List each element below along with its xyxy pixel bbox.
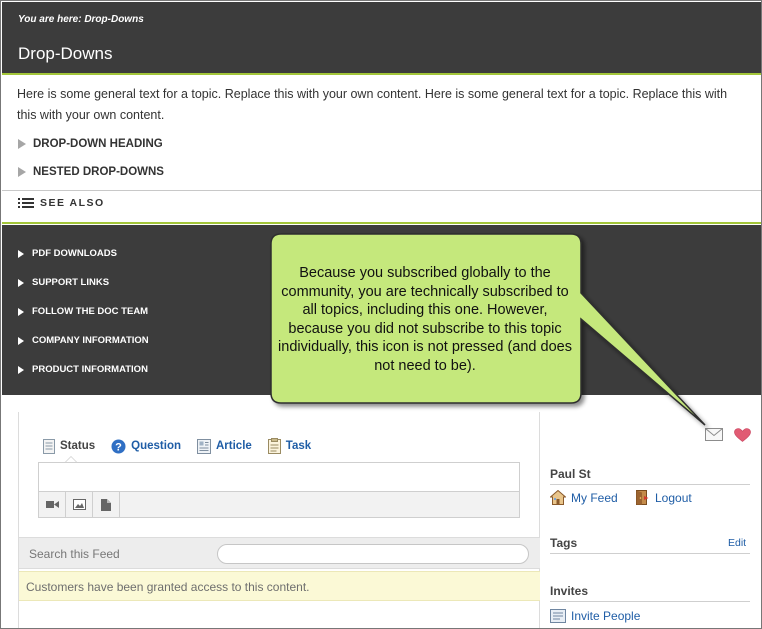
arrow-right-icon — [18, 307, 24, 316]
arrow-right-icon — [18, 278, 24, 287]
home-icon — [550, 490, 566, 505]
arrow-right-icon — [18, 249, 24, 258]
access-notice: Customers have been granted access to th… — [19, 571, 540, 601]
tab-status[interactable]: Status — [43, 438, 96, 454]
link-support-links[interactable]: SUPPORT LINKS — [18, 277, 109, 288]
status-icon — [43, 438, 55, 454]
arrow-right-icon — [18, 365, 24, 374]
link-product-information[interactable]: PRODUCT INFORMATION — [18, 364, 148, 375]
video-camera-icon — [45, 501, 59, 508]
question-icon: ? — [111, 439, 126, 453]
section-divider — [2, 190, 761, 191]
invites-divider — [550, 601, 750, 602]
browser-frame: You are here: Drop-Downs Drop-Downs Here… — [0, 0, 762, 629]
search-feed-input[interactable] — [217, 544, 529, 564]
expand-arrow-icon — [18, 139, 26, 149]
expand-arrow-icon — [18, 167, 26, 177]
logout-label: Logout — [655, 490, 692, 505]
attachment-toolbar — [38, 491, 520, 518]
link-label: FOLLOW THE DOC TEAM — [32, 306, 149, 317]
attach-image-button[interactable] — [66, 492, 93, 517]
nested-dropdowns[interactable]: NESTED DROP-DOWNS — [18, 166, 164, 178]
breadcrumb: You are here: Drop-Downs — [18, 14, 144, 25]
image-icon — [72, 499, 86, 510]
see-also-toggle[interactable]: SEE ALSO — [18, 197, 105, 209]
dropdown-heading-label: DROP-DOWN HEADING — [33, 138, 163, 150]
user-section-divider — [550, 484, 750, 485]
arrow-right-icon — [18, 336, 24, 345]
logout-door-icon — [636, 490, 649, 505]
link-pdf-downloads[interactable]: PDF DOWNLOADS — [18, 248, 117, 259]
topic-intro-text: Here is some general text for a topic. R… — [17, 84, 761, 126]
favorite-heart-icon[interactable] — [734, 428, 751, 442]
panel-accent-line — [2, 222, 761, 224]
list-icon — [18, 197, 34, 209]
tab-question[interactable]: ? Question — [111, 439, 181, 454]
link-company-information[interactable]: COMPANY INFORMATION — [18, 335, 149, 346]
invite-people-icon — [550, 609, 566, 623]
dropdown-heading[interactable]: DROP-DOWN HEADING — [18, 138, 163, 150]
invite-people-label: Invite People — [571, 609, 641, 623]
subscribe-envelope-icon[interactable] — [705, 428, 723, 441]
tab-label: Article — [216, 440, 252, 452]
link-label: COMPANY INFORMATION — [32, 335, 149, 346]
tags-edit-link[interactable]: Edit — [728, 537, 746, 549]
tab-task[interactable]: Task — [267, 438, 312, 454]
topic-header: You are here: Drop-Downs Drop-Downs — [2, 2, 761, 73]
file-icon — [101, 498, 111, 511]
tab-article[interactable]: Article — [197, 438, 252, 454]
svg-text:?: ? — [115, 441, 122, 453]
link-follow-doc-team[interactable]: FOLLOW THE DOC TEAM — [18, 306, 148, 317]
intro-line-2: this with your own content. — [17, 108, 165, 122]
attach-file-button[interactable] — [93, 492, 120, 517]
intro-line-1: Here is some general text for a topic. R… — [17, 87, 728, 101]
see-also-label: SEE ALSO — [40, 197, 105, 209]
tab-label: Question — [131, 440, 181, 452]
invite-people-link[interactable]: Invite People — [550, 609, 640, 623]
attach-video-button[interactable] — [39, 492, 66, 517]
my-feed-link[interactable]: My Feed — [550, 490, 618, 505]
my-feed-label: My Feed — [571, 490, 618, 505]
publisher-tabs: Status ? Question Article Task — [43, 438, 327, 454]
search-feed-label: Search this Feed — [29, 547, 120, 561]
article-icon — [197, 438, 211, 454]
nested-dropdowns-label: NESTED DROP-DOWNS — [33, 166, 164, 178]
invites-heading: Invites — [550, 584, 589, 598]
feed-search-bar: Search this Feed — [19, 537, 540, 569]
tags-divider — [550, 553, 750, 554]
page-title: Drop-Downs — [18, 44, 113, 63]
link-label: PDF DOWNLOADS — [32, 248, 117, 259]
link-label: SUPPORT LINKS — [32, 277, 110, 288]
tags-heading: Tags — [550, 536, 578, 550]
status-post-input[interactable] — [38, 462, 520, 492]
link-label: PRODUCT INFORMATION — [32, 364, 148, 375]
logout-link[interactable]: Logout — [635, 490, 692, 505]
tab-label: Status — [60, 440, 96, 452]
header-accent-line — [2, 73, 761, 75]
callout-text: Because you subscribed globally to the c… — [278, 265, 572, 374]
tab-label: Task — [285, 440, 312, 452]
task-icon — [267, 438, 281, 454]
user-name-heading: Paul St — [550, 467, 591, 481]
